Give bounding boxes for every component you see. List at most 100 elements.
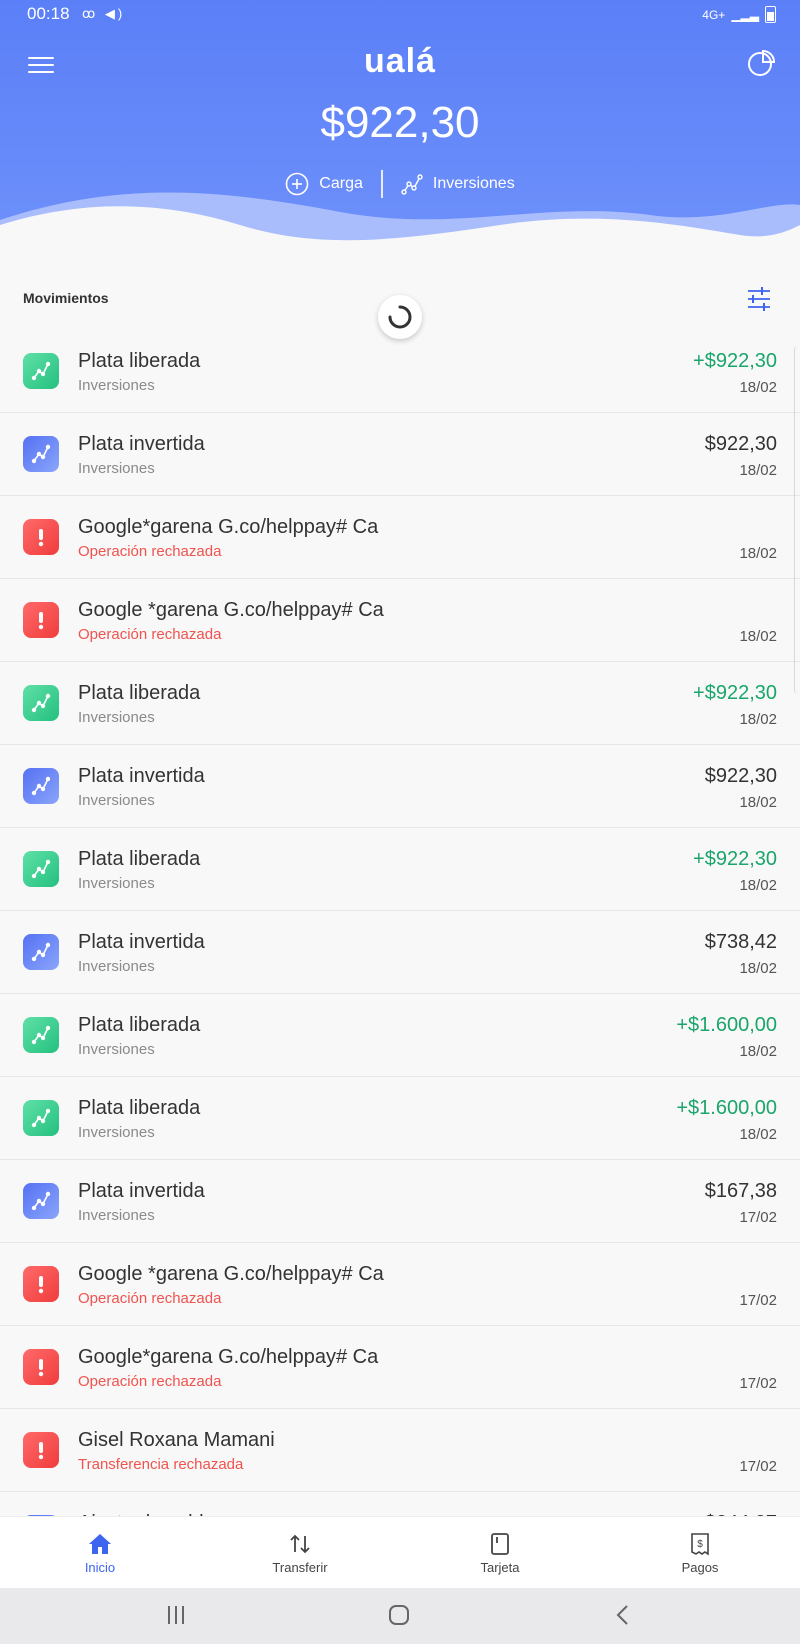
movement-date: 18/02 [739,960,777,977]
movement-subtitle: Inversiones [78,709,155,726]
movement-title: Plata liberada [78,848,201,870]
investment-released-icon [23,1100,59,1136]
movement-date: 18/02 [739,877,777,894]
movement-subtitle: Inversiones [78,792,155,809]
movement-date: 17/02 [739,1292,777,1309]
movement-title: Google *garena G.co/helppay# Ca [78,599,384,621]
movement-date: 18/02 [739,711,777,728]
movement-subtitle: Inversiones [78,460,155,477]
movement-row[interactable]: Plata liberada Inversiones +$1.600,00 18/02 [0,1077,800,1160]
movement-date: 17/02 [739,1209,777,1226]
movement-date: 18/02 [739,545,777,562]
scroll-indicator[interactable] [794,346,800,694]
investment-made-icon [23,768,59,804]
movement-title: Google*garena G.co/helppay# Ca [78,516,379,538]
movement-subtitle: Operación rechazada [78,1373,222,1390]
movement-row[interactable]: Plata liberada Inversiones +$922,30 18/02 [0,662,800,745]
movement-amount: +$922,30 [693,350,777,372]
investment-made-icon [23,436,59,472]
movement-subtitle: Inversiones [78,1041,155,1058]
movement-date: 17/02 [739,1375,777,1392]
movements-title: Movimientos [23,290,109,306]
movement-row[interactable]: Ajuste de saldo$244,27 [0,1492,800,1516]
nav-transferir[interactable]: Transferir [200,1517,400,1589]
movement-subtitle: Operación rechazada [78,543,222,560]
nav-tarjeta[interactable]: Tarjeta [400,1517,600,1589]
movement-title: Plata invertida [78,433,205,455]
investment-released-icon [23,1017,59,1053]
movement-subtitle: Inversiones [78,875,155,892]
rejected-alert-icon [23,519,59,555]
movement-subtitle: Transferencia rechazada [78,1456,244,1473]
movement-title: Plata liberada [78,682,201,704]
movement-row[interactable]: Plata liberada Inversiones +$922,30 18/02 [0,828,800,911]
movement-row[interactable]: Plata liberada Inversiones +$922,30 18/02 [0,330,800,413]
movement-subtitle: Inversiones [78,1207,155,1224]
movement-title: Plata liberada [78,350,201,372]
movement-subtitle: Operación rechazada [78,1290,222,1307]
rejected-alert-icon [23,1266,59,1302]
movement-amount: +$922,30 [693,682,777,704]
rejected-alert-icon [23,1432,59,1468]
card-icon [491,1532,509,1555]
movement-title: Gisel Roxana Mamani [78,1429,275,1451]
investment-made-icon [23,934,59,970]
movement-date: 18/02 [739,628,777,645]
movement-amount: $922,30 [704,765,777,787]
movement-date: 18/02 [739,794,777,811]
nav-inicio[interactable]: Inicio [0,1517,200,1589]
status-time: 00:18 [27,4,70,23]
movement-row[interactable]: Google*garena G.co/helppay# Ca Operación … [0,1326,800,1409]
nav-transferir-label: Transferir [272,1559,328,1575]
movement-title: Plata liberada [78,1097,201,1119]
movement-row[interactable]: Google *garena G.co/helppay# Ca Operación… [0,579,800,662]
nav-pagos[interactable]: $ Pagos [600,1517,800,1589]
nav-tarjeta-label: Tarjeta [480,1559,520,1575]
movement-row[interactable]: Google *garena G.co/helppay# Ca Operación… [0,1243,800,1326]
back-icon[interactable] [612,1602,632,1628]
spinner-icon [388,305,412,329]
loading-spinner [378,295,422,339]
nav-pagos-label: Pagos [681,1559,719,1575]
app-logo: ualá [363,42,437,80]
header-wave [0,192,800,280]
investment-released-icon [23,353,59,389]
bottom-navigation: Inicio Transferir Tarjeta $ Pagos [0,1516,800,1589]
movement-row[interactable]: Plata invertida Inversiones $738,42 18/02 [0,911,800,994]
movement-title: Plata invertida [78,765,205,787]
investment-released-icon [23,851,59,887]
filter-sliders-icon[interactable] [746,286,772,312]
movement-amount: +$1.600,00 [676,1097,777,1119]
rejected-alert-icon [23,1349,59,1385]
recent-apps-icon[interactable] [166,1602,186,1628]
network-label: 4G+ [702,7,726,22]
signal-icon: ▁▂▃ [731,7,759,22]
movement-subtitle: Inversiones [78,1124,155,1141]
movement-row[interactable]: Plata invertida Inversiones $922,30 18/02 [0,413,800,496]
home-system-icon[interactable] [386,1602,412,1628]
balance-header: 00:18 ꝏ ◀) 4G+ ▁▂▃ ualá $922,30 Carga In… [0,0,800,280]
voicemail-volume-icons: ꝏ ◀) [82,6,126,21]
app-screen: 00:18 ꝏ ◀) 4G+ ▁▂▃ ualá $922,30 Carga In… [0,0,800,1644]
movement-subtitle: Operación rechazada [78,626,222,643]
investment-released-icon [23,685,59,721]
movement-title: Plata invertida [78,1180,205,1202]
battery-icon [765,6,776,23]
movement-row[interactable]: Plata liberada Inversiones +$1.600,00 18/02 [0,994,800,1077]
system-navigation-bar [0,1588,800,1644]
movement-amount: +$1.600,00 [676,1014,777,1036]
movement-row[interactable]: Google*garena G.co/helppay# Ca Operación … [0,496,800,579]
movement-subtitle: Inversiones [78,958,155,975]
movement-row[interactable]: Plata invertida Inversiones $167,38 17/02 [0,1160,800,1243]
status-right: 4G+ ▁▂▃ [702,6,776,23]
account-balance: $922,30 [320,98,480,147]
movement-row[interactable]: Plata invertida Inversiones $922,30 18/02 [0,745,800,828]
pie-chart-icon[interactable] [746,48,776,78]
investment-made-icon [23,1183,59,1219]
nav-inicio-label: Inicio [84,1559,116,1575]
movement-amount: $922,30 [704,433,777,455]
svg-text:$: $ [697,1539,703,1550]
movement-date: 18/02 [739,1043,777,1060]
movement-row[interactable]: Gisel Roxana Mamani Transferencia rechaza… [0,1409,800,1492]
rejected-alert-icon [23,602,59,638]
